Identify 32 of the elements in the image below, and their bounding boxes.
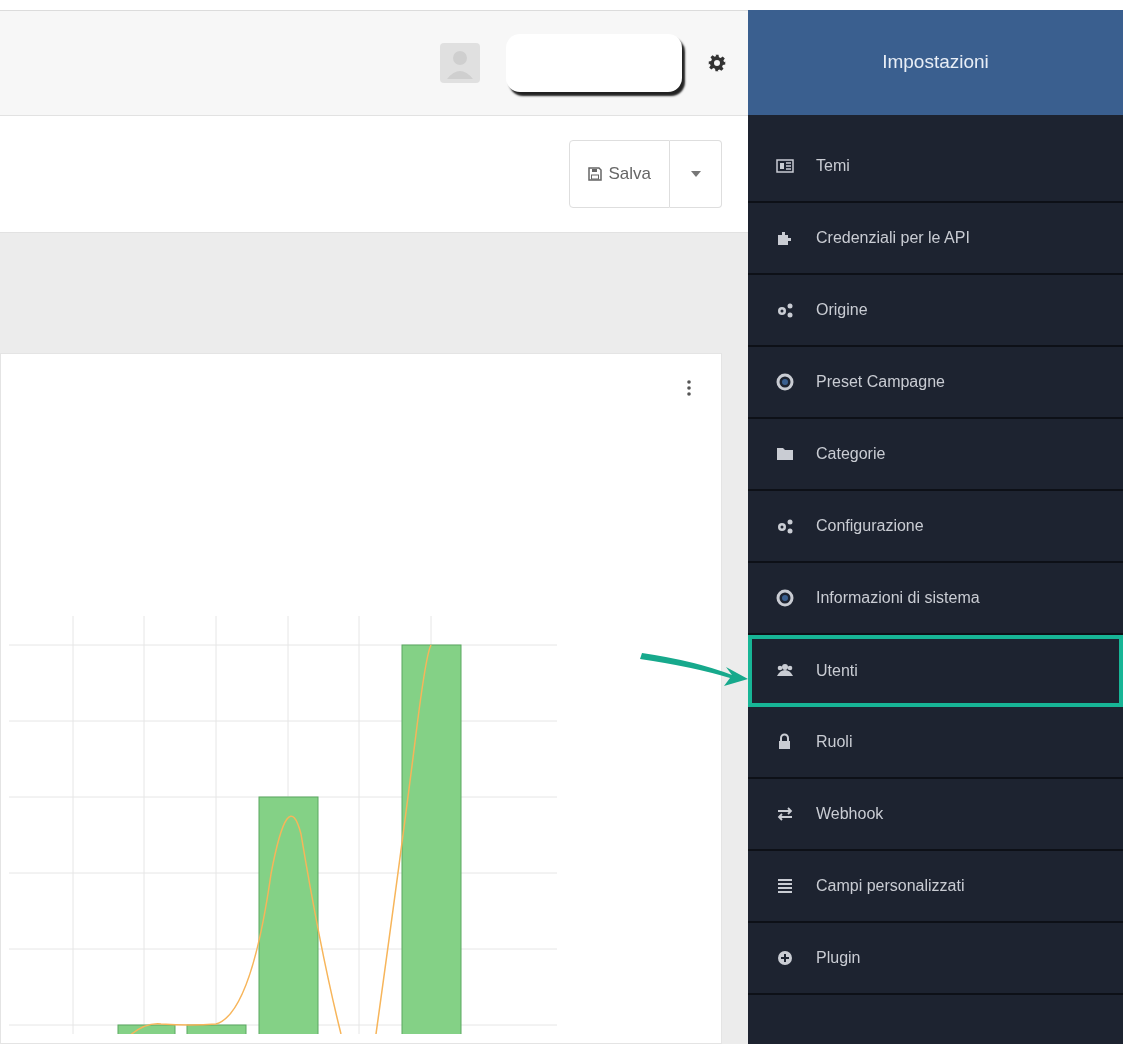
dropdown-button[interactable] xyxy=(670,140,722,208)
newspaper-icon xyxy=(776,157,794,175)
folder-icon xyxy=(776,445,794,463)
menu-item[interactable]: Temi xyxy=(748,131,1123,203)
user-field[interactable] xyxy=(506,34,682,92)
menu-item[interactable]: Webhook xyxy=(748,779,1123,851)
menu-item[interactable]: Campi personalizzati xyxy=(748,851,1123,923)
chart-bar xyxy=(117,1024,176,1034)
save-button[interactable]: Salva xyxy=(569,140,670,208)
avatar-icon[interactable] xyxy=(440,43,480,83)
lifebuoy-icon xyxy=(776,589,794,607)
exchange-icon xyxy=(776,805,794,823)
gears-icon xyxy=(776,301,794,319)
list-icon xyxy=(776,877,794,895)
caret-icon xyxy=(690,171,701,177)
panel-header: Impostazioni xyxy=(748,10,1123,115)
menu-item[interactable]: Utenti xyxy=(748,635,1123,707)
menu-item[interactable]: Ruoli xyxy=(748,707,1123,779)
chart-bar xyxy=(186,1024,247,1034)
menu-item[interactable]: Credenziali per le API xyxy=(748,203,1123,275)
menu-item[interactable]: Configurazione xyxy=(748,491,1123,563)
save-icon xyxy=(588,167,603,181)
menu-item[interactable]: Preset Campagne xyxy=(748,347,1123,419)
menu-item[interactable]: Plugin xyxy=(748,923,1123,995)
menu-item[interactable]: Categorie xyxy=(748,419,1123,491)
puzzle-icon xyxy=(776,229,794,247)
settings-icon[interactable] xyxy=(708,54,726,72)
plus-icon xyxy=(776,949,794,967)
menu-item[interactable]: Origine xyxy=(748,275,1123,347)
more-icon[interactable] xyxy=(687,380,691,396)
gears-icon xyxy=(776,517,794,535)
lifebuoy-icon xyxy=(776,373,794,391)
